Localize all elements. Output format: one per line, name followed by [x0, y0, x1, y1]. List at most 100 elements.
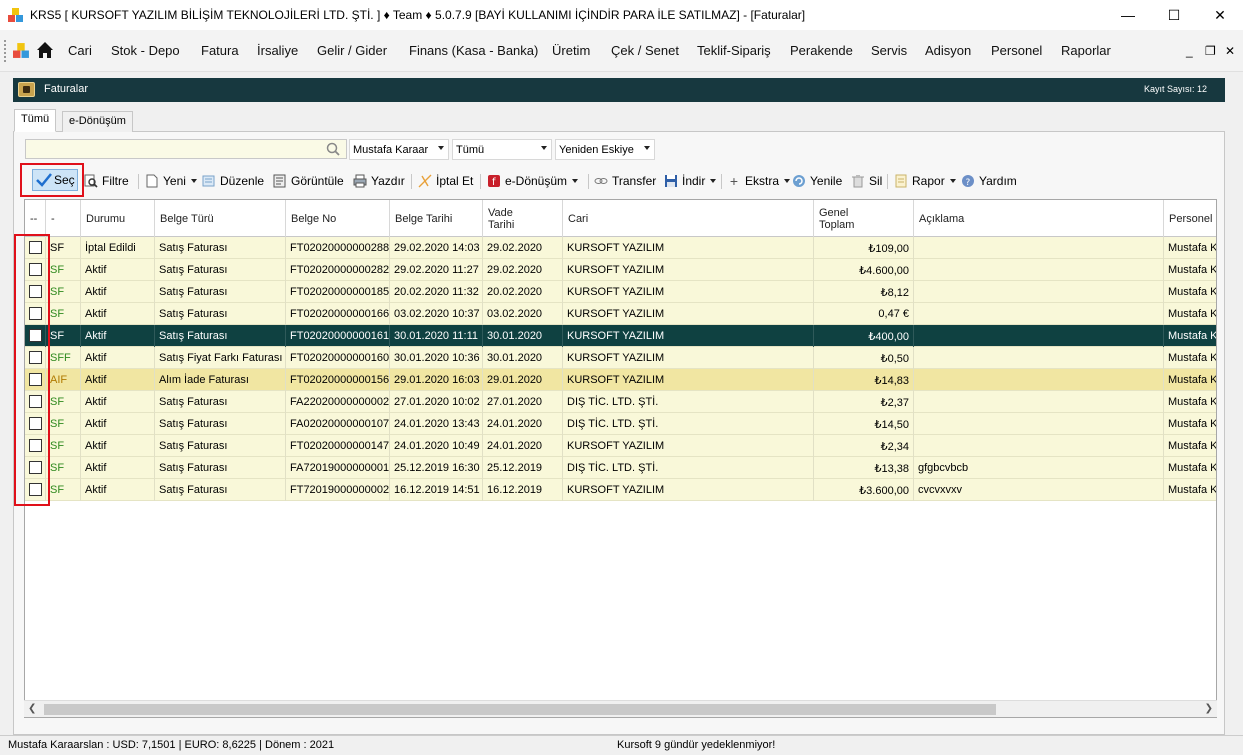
row-type: SF [46, 457, 81, 479]
sort-dropdown[interactable]: Yeniden Eskiye [555, 139, 655, 160]
view-button[interactable]: Görüntüle [273, 172, 344, 190]
select-button[interactable]: Seç [32, 169, 78, 191]
row-checkbox[interactable] [29, 417, 42, 430]
row-checkbox[interactable] [29, 285, 42, 298]
row-durum: Aktif [81, 413, 155, 435]
menu-finans[interactable]: Finans (Kasa - Banka) [409, 43, 538, 58]
search-icon[interactable] [326, 142, 340, 156]
horizontal-scrollbar[interactable]: ❮ ❯ [24, 700, 1217, 717]
edit-button[interactable]: Düzenle [202, 172, 264, 190]
row-vade-tarihi: 25.12.2019 [483, 457, 563, 479]
row-checkbox[interactable] [29, 439, 42, 452]
menu-gelir-gider[interactable]: Gelir / Gider [317, 43, 387, 58]
row-genel-toplam: ₺2,37 [814, 391, 914, 413]
col-personel[interactable]: Personel [1164, 200, 1216, 237]
edonusum-button[interactable]: f e-Dönüşüm [487, 172, 579, 190]
col-cari[interactable]: Cari [563, 200, 814, 237]
col-belge-turu[interactable]: Belge Türü [155, 200, 286, 237]
menu-raporlar[interactable]: Raporlar [1061, 43, 1111, 58]
extra-button-label: Ekstra [745, 174, 780, 188]
transfer-button[interactable]: Transfer [594, 172, 656, 190]
user-dropdown-value: Mustafa Karaar [353, 144, 429, 156]
svg-text:f: f [492, 177, 496, 188]
cancel-invoice-button[interactable]: İptal Et [418, 172, 473, 190]
col-type[interactable]: - [46, 200, 81, 237]
row-checkbox[interactable] [29, 241, 42, 254]
refresh-button[interactable]: Yenile [792, 172, 842, 190]
maximize-button[interactable]: ☐ [1151, 0, 1197, 30]
table-row[interactable]: SF Aktif Satış Faturası FT02020000000147 24.… [25, 435, 1216, 457]
chevron-down-icon [710, 179, 717, 183]
menu-personel[interactable]: Personel [991, 43, 1042, 58]
tab-all[interactable]: Tümü [14, 109, 57, 132]
table-row[interactable]: SF İptal Edildi Satış Faturası FT0202000000… [25, 237, 1216, 259]
row-belge-turu: Satış Faturası [155, 303, 286, 325]
row-checkbox[interactable] [29, 351, 42, 364]
invoice-grid[interactable]: -- - Durumu Belge Türü Belge No Belge Ta… [24, 199, 1217, 718]
row-personel: Mustafa K [1164, 369, 1216, 391]
table-row[interactable]: AIF Aktif Alım İade Faturası FT020200000001… [25, 369, 1216, 391]
col-durum[interactable]: Durumu [81, 200, 155, 237]
table-row[interactable]: SF Aktif Satış Faturası FA72019000000001 25.… [25, 457, 1216, 479]
menu-uretim[interactable]: Üretim [552, 43, 590, 58]
col-aciklama[interactable]: Açıklama [914, 200, 1164, 237]
table-row[interactable]: SF Aktif Satış Faturası FT02020000000282 29.… [25, 259, 1216, 281]
row-belge-no: FT02020000000161 [286, 325, 390, 347]
col-belge-tarihi[interactable]: Belge Tarihi [390, 200, 483, 237]
mdi-restore-button[interactable]: ❐ [1205, 44, 1216, 58]
new-button[interactable]: Yeni [145, 172, 197, 190]
menu-fatura[interactable]: Fatura [201, 43, 239, 58]
scroll-left-icon[interactable]: ❮ [28, 703, 36, 714]
menu-cek-senet[interactable]: Çek / Senet [611, 43, 679, 58]
menu-teklif-siparis[interactable]: Teklif-Sipariş [697, 43, 771, 58]
user-dropdown[interactable]: Mustafa Karaar [349, 139, 449, 160]
print-button[interactable]: Yazdır [353, 172, 405, 190]
col-belge-no[interactable]: Belge No [286, 200, 390, 237]
menu-adisyon[interactable]: Adisyon [925, 43, 971, 58]
table-row[interactable]: SF Aktif Satış Faturası FA22020000000002 27.… [25, 391, 1216, 413]
mdi-minimize-button[interactable]: _ [1186, 44, 1193, 58]
close-button[interactable]: ✕ [1197, 0, 1243, 30]
row-belge-turu: Satış Faturası [155, 259, 286, 281]
table-row[interactable]: SF Aktif Satış Faturası FA02020000000107 24.… [25, 413, 1216, 435]
row-durum: Aktif [81, 325, 155, 347]
row-genel-toplam: ₺14,50 [814, 413, 914, 435]
report-button[interactable]: Rapor [894, 172, 956, 190]
table-row[interactable]: SFF Aktif Satış Fiyat Farkı Faturası FT0202… [25, 347, 1216, 369]
menu-irsaliye[interactable]: İrsaliye [257, 43, 298, 58]
row-checkbox[interactable] [29, 373, 42, 386]
scrollbar-thumb[interactable] [44, 704, 996, 715]
table-row[interactable]: SF Aktif Satış Faturası FT02020000000166 03.… [25, 303, 1216, 325]
minimize-button[interactable]: — [1105, 0, 1151, 30]
row-checkbox[interactable] [29, 483, 42, 496]
menu-stok-depo[interactable]: Stok - Depo [111, 43, 180, 58]
help-button[interactable]: ? Yardım [961, 172, 1017, 190]
type-dropdown[interactable]: Tümü [452, 139, 552, 160]
col-vade-tarihi[interactable]: Vade Tarihi [483, 200, 563, 237]
extra-button[interactable]: + Ekstra [727, 172, 791, 190]
row-personel: Mustafa K [1164, 457, 1216, 479]
scroll-right-icon[interactable]: ❯ [1205, 703, 1213, 714]
row-type: SFF [46, 347, 81, 369]
menu-servis[interactable]: Servis [871, 43, 907, 58]
delete-button[interactable]: Sil [851, 172, 882, 190]
table-row[interactable]: SF Aktif Satış Faturası FT02020000000185 20.… [25, 281, 1216, 303]
menu-cari[interactable]: Cari [68, 43, 92, 58]
mdi-close-button[interactable]: ✕ [1225, 44, 1235, 58]
row-checkbox[interactable] [29, 307, 42, 320]
search-input[interactable] [25, 139, 347, 159]
table-row[interactable]: SF Aktif Satış Faturası FT72019000000002 16.… [25, 479, 1216, 501]
row-checkbox[interactable] [29, 329, 42, 342]
menu-perakende[interactable]: Perakende [790, 43, 853, 58]
row-checkbox[interactable] [29, 461, 42, 474]
row-checkbox[interactable] [29, 263, 42, 276]
col-genel-toplam[interactable]: Genel Toplam [814, 200, 914, 237]
download-button[interactable]: İndir [664, 172, 717, 190]
table-row[interactable]: SF Aktif Satış Faturası FT02020000000161 30.… [25, 325, 1216, 347]
home-icon[interactable] [36, 41, 54, 59]
col-check[interactable]: -- [25, 200, 46, 237]
tab-edonusum[interactable]: e-Dönüşüm [62, 111, 133, 132]
row-genel-toplam: ₺2,34 [814, 435, 914, 457]
row-checkbox[interactable] [29, 395, 42, 408]
filter-button[interactable]: Filtre [84, 172, 129, 190]
